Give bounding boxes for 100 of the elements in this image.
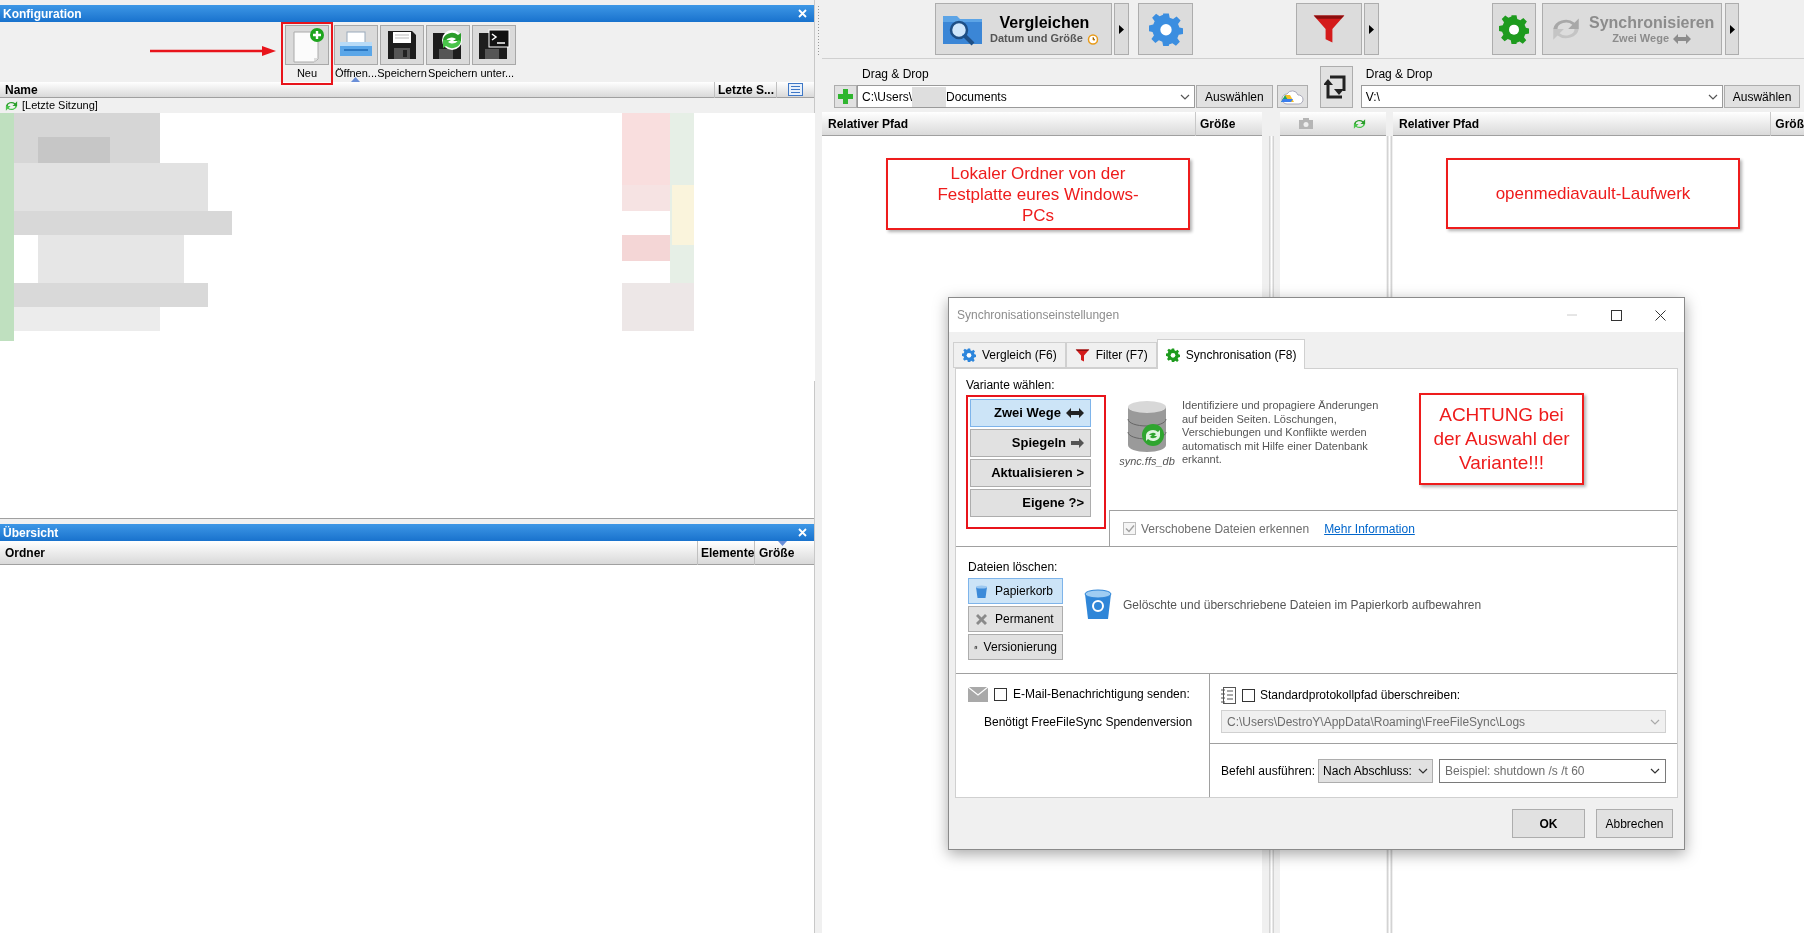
chevron-down-icon: [1418, 767, 1429, 774]
panel-title: Übersicht: [3, 525, 59, 540]
trash-icon: [974, 583, 989, 599]
path-text: C:\Users\: [862, 88, 912, 106]
annotation-callout: ACHTUNG bei der Auswahl der Variante!!!: [1419, 393, 1584, 485]
floppy-sync-icon: [431, 29, 465, 61]
info-text: Benötigt FreeFileSync Spendenversion: [983, 714, 1194, 731]
envelope-icon: [968, 686, 988, 702]
swap-button[interactable]: [1319, 66, 1353, 108]
checkbox[interactable]: [994, 687, 1007, 701]
column-title: Relativer Pfad: [827, 115, 910, 133]
more-info-link[interactable]: Mehr Information: [1324, 519, 1415, 538]
section-label: Dateien löschen:: [968, 560, 1059, 574]
browse-button[interactable]: Auswählen: [1723, 85, 1801, 108]
dialog-button[interactable]: Abbrechen: [1596, 809, 1673, 838]
button-subtitle: Datum und Größe: [990, 32, 1083, 45]
dropdown-button[interactable]: [1114, 3, 1129, 55]
list-icon[interactable]: [788, 83, 803, 96]
delete-mode-button[interactable]: Papierkorb: [968, 578, 1063, 604]
dialog-button[interactable]: OK: [1512, 809, 1585, 838]
delete-mode-button[interactable]: Permanent: [968, 606, 1063, 632]
checkbox-label: Standardprotokollpfad überschreiben:: [1260, 687, 1461, 704]
chevron-down-icon: [1650, 767, 1660, 774]
column-title: Elemente: [697, 540, 754, 565]
button-title: Vergleichen: [999, 13, 1090, 32]
double-arrow-icon: [1066, 408, 1084, 418]
cloud-drive-icon: [1279, 88, 1306, 105]
filter-button[interactable]: [1296, 3, 1362, 55]
grip-icon[interactable]: [817, 6, 820, 56]
compare-button[interactable]: Vergleichen Datum und Größe: [935, 3, 1112, 55]
variant-description: Identifiziere und propagiere Änderungen auf beiden Seiten. Löschungen, Verschiebungen und Konflikte werden automatisch mit Hilfe einer Datenbank erkannt.: [1182, 399, 1380, 467]
double-arrow-icon: [1673, 33, 1691, 44]
placeholder-text: Beispiel: shutdown /s /t 60: [1445, 762, 1585, 780]
notebook-icon: [1221, 686, 1237, 704]
delete-mode-button[interactable]: Versionierung: [968, 634, 1063, 660]
arrow-right-icon: [1071, 438, 1084, 448]
session-name: [Letzte Sitzung]: [22, 99, 98, 112]
chevron-down-icon: [1180, 93, 1190, 100]
panel-title: Konfiguration: [3, 6, 82, 21]
close-icon[interactable]: [1655, 309, 1666, 321]
column-title: Ordner: [4, 544, 46, 562]
browse-button[interactable]: Auswählen: [1196, 85, 1273, 108]
plus-icon: [838, 89, 853, 104]
database-sync-icon: [1126, 399, 1168, 453]
cloud-button[interactable]: [1276, 85, 1308, 108]
tab[interactable]: Filter (F7): [1065, 342, 1157, 368]
settings-icon: [1165, 347, 1180, 362]
maximize-icon[interactable]: [1611, 309, 1622, 321]
path-text: Documents: [946, 88, 1007, 106]
toolbar-label: Öffnen...: [335, 67, 377, 79]
blurred-area: [912, 86, 946, 107]
folder-path-field[interactable]: V:\: [1360, 85, 1723, 108]
button-subtitle: Zwei Wege: [1612, 32, 1669, 45]
session-row[interactable]: [Letzte Sitzung]: [0, 98, 814, 113]
tab[interactable]: Synchronisation (F8): [1156, 339, 1306, 369]
annotation-callout: Lokaler Ordner von der Festplatte eures Windows-PCs: [886, 158, 1190, 230]
variant-button[interactable]: Spiegeln: [970, 429, 1091, 457]
command-field[interactable]: Beispiel: shutdown /s /t 60: [1439, 758, 1666, 783]
toolbar-label: Speichern unter...: [427, 67, 515, 79]
annotation-callout: openmediavault-Laufwerk: [1446, 158, 1740, 229]
dropdown-button[interactable]: [1364, 3, 1379, 55]
variant-button[interactable]: Aktualisieren >: [970, 459, 1091, 487]
settings-icon: [1499, 14, 1529, 44]
trash-icon: [1083, 588, 1113, 620]
alarm-clock-icon: [1086, 32, 1099, 45]
button-title: Synchronisieren: [1589, 13, 1715, 32]
cross-icon: [974, 611, 989, 627]
new-document-icon: [290, 27, 324, 63]
settings-icon: [1148, 12, 1183, 46]
chevron-down-icon: [1650, 718, 1660, 725]
funnel-icon: [1074, 347, 1090, 363]
floppy-terminal-icon: [477, 29, 511, 61]
field-label: Befehl ausführen:: [1221, 762, 1316, 780]
toolbar-label: Neu: [296, 67, 318, 79]
settings-button[interactable]: [1492, 3, 1536, 55]
settings-button[interactable]: [1138, 3, 1193, 55]
dropdown-value: Nach Abschluss:: [1323, 762, 1412, 780]
delete-description: Gelöschte und überschriebene Dateien im Papierkorb aufbewahren: [1123, 597, 1482, 614]
folder-path-field[interactable]: C:\Users\ Documents: [857, 85, 1195, 108]
variant-button[interactable]: Eigene ?>: [970, 489, 1091, 517]
variant-button[interactable]: Zwei Wege: [970, 399, 1091, 427]
toolbar-label: Speichern: [377, 67, 427, 79]
toolbar-button[interactable]: [472, 25, 516, 65]
chevron-down-icon: [1707, 93, 1718, 100]
timing-dropdown[interactable]: Nach Abschluss:: [1318, 758, 1434, 783]
window-title: Synchronisationseinstellungen: [957, 307, 1121, 324]
checkbox-label: Verschobene Dateien erkennen: [1141, 520, 1310, 538]
toolbar-button[interactable]: [426, 25, 470, 65]
toolbar-button[interactable]: [380, 25, 424, 65]
swap-icon: [1324, 73, 1349, 101]
dropdown-button[interactable]: [1725, 3, 1739, 55]
tab[interactable]: Vergleich (F6): [953, 342, 1066, 368]
settings-icon: [962, 348, 976, 362]
checkbox[interactable]: [1242, 688, 1255, 702]
path-text: V:\: [1365, 88, 1380, 106]
triangle-right-icon: [1369, 24, 1374, 34]
column-title: Name: [4, 81, 39, 99]
database-caption: sync.ffs_db: [1119, 454, 1175, 469]
triangle-right-icon: [1119, 24, 1124, 34]
column-title: Größ: [1770, 111, 1804, 136]
